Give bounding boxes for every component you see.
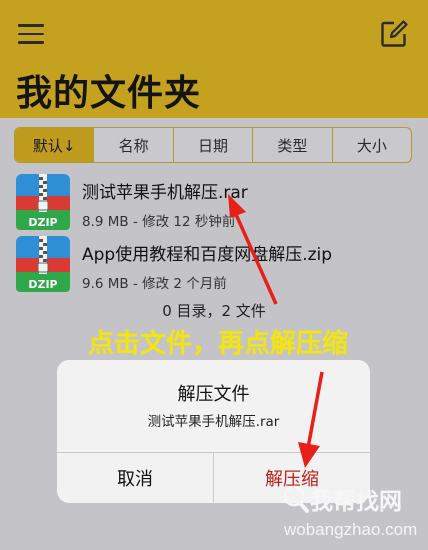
- arrow-to-file: [228, 194, 278, 305]
- sort-tab-type[interactable]: 类型: [252, 128, 331, 162]
- compose-icon[interactable]: [380, 20, 408, 48]
- list-item[interactable]: DZIP App使用教程和百度网盘解压.zip 9.6 MB - 修改 2 个月…: [0, 236, 428, 298]
- file-name: App使用教程和百度网盘解压.zip: [82, 245, 333, 265]
- sort-tab-default[interactable]: 默认↓: [15, 128, 94, 162]
- menu-icon[interactable]: [18, 24, 44, 44]
- instruction-annotation: 点击文件，再点解压缩: [88, 329, 349, 359]
- header: 我的文件夹: [0, 0, 428, 118]
- watermark-name: 我帮找网: [310, 489, 402, 515]
- list-item[interactable]: DZIP 测试苹果手机解压.rar 8.9 MB - 修改 12 秒钟前: [0, 174, 428, 236]
- sort-bar: 默认↓ 名称 日期 类型 大小: [14, 127, 412, 163]
- file-meta: 8.9 MB - 修改 12 秒钟前: [82, 214, 236, 230]
- file-meta: 9.6 MB - 修改 2 个月前: [82, 276, 227, 292]
- sort-tab-size[interactable]: 大小: [331, 128, 411, 162]
- zip-file-icon: DZIP: [16, 174, 70, 230]
- zip-file-icon: DZIP: [16, 236, 70, 292]
- cancel-button[interactable]: 取消: [57, 453, 213, 503]
- page-title: 我的文件夹: [16, 73, 202, 114]
- arrow-to-extract: [298, 371, 324, 468]
- folder-summary: 0 目录，2 文件: [162, 302, 266, 320]
- svg-text:DZIP: DZIP: [28, 216, 57, 229]
- watermark-url: wobangzhao.com: [284, 520, 418, 539]
- sort-tab-name[interactable]: 名称: [93, 128, 172, 162]
- file-name: 测试苹果手机解压.rar: [82, 183, 248, 203]
- search-icon: [283, 485, 309, 513]
- sort-tab-date[interactable]: 日期: [172, 128, 252, 162]
- svg-text:DZIP: DZIP: [28, 278, 57, 291]
- watermark: 我帮找网 wobangzhao.com: [280, 482, 426, 548]
